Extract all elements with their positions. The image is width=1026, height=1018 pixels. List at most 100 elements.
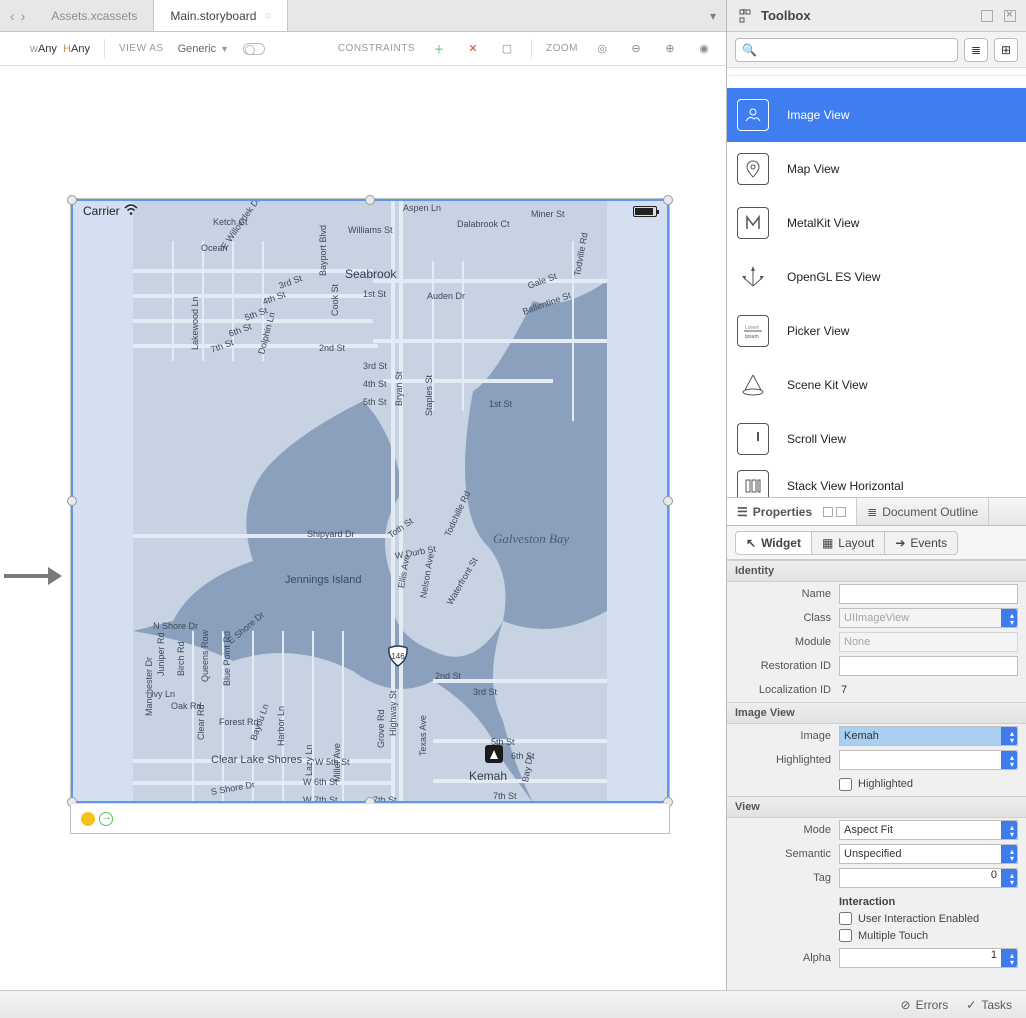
identity-name-input[interactable] — [839, 584, 1018, 604]
identity-module-select: None — [839, 632, 1018, 652]
toolbox-header: T Toolbox — [727, 0, 1026, 32]
toolbox-item-image-view[interactable]: Image View — [727, 88, 1026, 142]
view-tag-stepper[interactable]: 0▴▾ — [839, 868, 1018, 888]
properties-icon: ☰ — [737, 505, 748, 519]
selection-outline[interactable] — [71, 199, 669, 803]
identity-restoration-input[interactable] — [839, 656, 1018, 676]
resize-handle[interactable] — [67, 496, 77, 506]
view-grid-icon[interactable]: ⊞ — [994, 38, 1018, 62]
tab-assets[interactable]: Assets.xcassets — [35, 0, 154, 31]
subtab-events[interactable]: ➔Events — [885, 531, 958, 555]
subtab-widget[interactable]: ↖Widget — [735, 531, 812, 555]
tab-storyboard[interactable]: Main.storyboard ○ — [154, 0, 288, 31]
resize-handle[interactable] — [663, 496, 673, 506]
scene-frame[interactable]: Galveston Bay Seabrook Clear Lake Shores… — [70, 198, 670, 834]
multiple-touch-checkbox[interactable]: Multiple Touch — [839, 927, 1018, 944]
toolbox-close-icon[interactable] — [1004, 10, 1016, 22]
tasks-button[interactable]: ✓Tasks — [966, 998, 1012, 1012]
scroll-icon — [737, 423, 769, 455]
tab-dropdown-icon[interactable]: ▾ — [700, 0, 726, 31]
device-statusbar: Carrier — [73, 201, 667, 221]
panel-min-icon[interactable] — [823, 507, 833, 517]
search-input[interactable] — [761, 43, 951, 57]
subtab-layout[interactable]: ▦Layout — [812, 531, 885, 555]
toolbox-item-map-view[interactable]: Map View — [727, 142, 1026, 196]
toolbox-title: Toolbox — [761, 8, 811, 23]
view-mode-select[interactable]: Aspect Fit▴▾ — [839, 820, 1018, 840]
designer-toolbar: wAny HAny VIEW AS Generic▼ CONSTRAINTS ＋… — [0, 32, 726, 66]
map-view-icon — [737, 153, 769, 185]
toolbox-item-scenekit-view[interactable]: Scene Kit View — [727, 358, 1026, 412]
constraint-remove-icon[interactable]: ✕ — [463, 39, 483, 59]
toolbox-item-metalkit-view[interactable]: MetalKit View — [727, 196, 1026, 250]
constraint-frame-icon[interactable]: ▢ — [497, 39, 517, 59]
section-imageview: Image View — [727, 702, 1026, 724]
size-class[interactable]: wAny HAny — [30, 43, 90, 55]
first-responder-icon[interactable] — [81, 812, 95, 826]
zoom-actual-icon[interactable]: ◉ — [694, 39, 714, 59]
toolbox-search[interactable]: 🔍 — [735, 38, 958, 62]
exit-icon[interactable] — [99, 812, 113, 826]
view-semantic-select[interactable]: Unspecified▴▾ — [839, 844, 1018, 864]
design-canvas[interactable]: Galveston Bay Seabrook Clear Lake Shores… — [0, 66, 726, 1018]
imageview-image-select[interactable]: Kemah▴▾ — [839, 726, 1018, 746]
zoom-label: ZOOM — [546, 43, 578, 54]
viewas-value[interactable]: Generic▼ — [178, 43, 229, 55]
zoom-out-icon[interactable]: ⊖ — [626, 39, 646, 59]
toolbox-min-icon[interactable] — [981, 10, 993, 22]
identity-localization-value: 7 — [839, 684, 1018, 696]
tab-close-icon[interactable]: ○ — [264, 10, 271, 22]
opengl-icon — [737, 261, 769, 293]
picker-icon: Lorem Ipsum — [737, 315, 769, 347]
errors-button[interactable]: ⊘Errors — [901, 998, 949, 1012]
tab-document-outline[interactable]: ≣ Document Outline — [857, 498, 989, 525]
error-icon: ⊘ — [901, 998, 911, 1012]
scene-dock[interactable] — [71, 803, 669, 833]
section-view: View — [727, 796, 1026, 818]
outline-icon: ≣ — [867, 505, 877, 519]
check-icon: ✓ — [966, 998, 976, 1012]
toolbox-icon: T — [737, 8, 753, 24]
toolbox-item-opengl-view[interactable]: OpenGL ES View — [727, 250, 1026, 304]
imageview-highlighted-checkbox[interactable]: Highlighted — [839, 776, 1018, 793]
search-icon: 🔍 — [742, 43, 757, 57]
imageview-highlighted-select[interactable]: ▴▾ — [839, 750, 1018, 770]
tab-properties[interactable]: ☰ Properties — [727, 498, 857, 525]
scenekit-icon — [737, 369, 769, 401]
toolbox-list[interactable]: Image View Map View MetalKit View OpenGL… — [727, 68, 1026, 498]
tab-label: Assets.xcassets — [51, 9, 137, 23]
initial-vc-arrow-icon[interactable] — [4, 564, 62, 588]
zoom-fit-icon[interactable]: ◎ — [592, 39, 612, 59]
view-alpha-stepper[interactable]: 1▴▾ — [839, 948, 1018, 968]
constraints-label: CONSTRAINTS — [338, 43, 415, 54]
toolbox-item-scroll-view[interactable]: Scroll View — [727, 412, 1026, 466]
events-icon: ➔ — [895, 536, 905, 550]
cursor-icon: ↖ — [746, 536, 756, 550]
tab-label: Main.storyboard — [170, 9, 256, 23]
toolbox-item-stack-horizontal[interactable]: Stack View Horizontal — [727, 466, 1026, 498]
stack-icon — [737, 470, 769, 498]
svg-text:T: T — [742, 10, 746, 16]
orientation-toggle[interactable] — [243, 43, 265, 55]
panel-close-icon[interactable] — [836, 507, 846, 517]
carrier-label: Carrier — [83, 204, 120, 218]
nav-fwd-icon[interactable]: › — [21, 8, 26, 24]
editor-statusbar — [0, 990, 727, 1018]
battery-icon — [633, 206, 657, 217]
svg-text:Ipsum: Ipsum — [745, 334, 759, 340]
viewas-label: VIEW AS — [119, 43, 164, 54]
identity-class-select[interactable]: UIImageView▴▾ — [839, 608, 1018, 628]
constraint-add-icon[interactable]: ＋ — [429, 39, 449, 59]
interaction-header: Interaction — [839, 892, 1018, 910]
layout-icon: ▦ — [822, 536, 833, 550]
nav-back-icon[interactable]: ‹ — [10, 8, 15, 24]
wifi-icon — [124, 204, 138, 219]
zoom-in-icon[interactable]: ⊕ — [660, 39, 680, 59]
toolbox-item-picker-view[interactable]: LoremIpsum Picker View — [727, 304, 1026, 358]
metalkit-icon — [737, 207, 769, 239]
view-list-icon[interactable]: ≣ — [964, 38, 988, 62]
svg-text:Lorem: Lorem — [745, 325, 759, 331]
properties-panel[interactable]: Identity Name ClassUIImageView▴▾ ModuleN… — [727, 560, 1026, 990]
section-identity: Identity — [727, 560, 1026, 582]
user-interaction-checkbox[interactable]: User Interaction Enabled — [839, 910, 1018, 927]
